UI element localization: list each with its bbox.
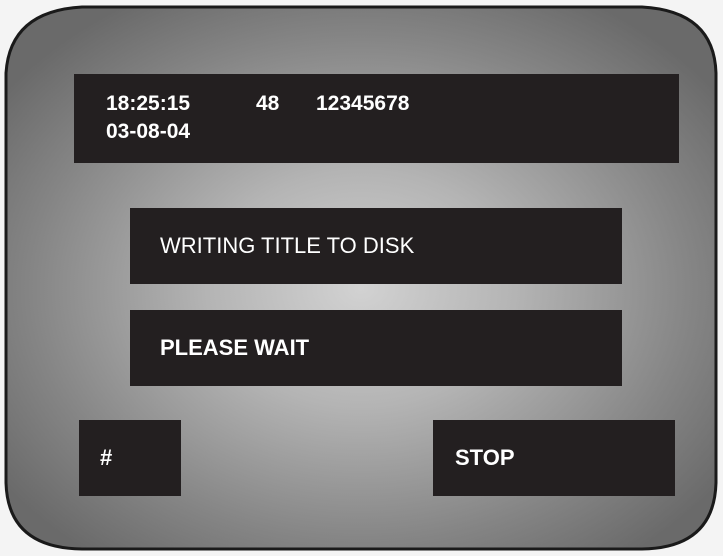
status-header: 18:25:15 48 12345678 03-08-04	[74, 74, 679, 163]
wait-message-text: PLEASE WAIT	[160, 335, 310, 360]
wait-message: PLEASE WAIT	[130, 310, 622, 386]
stop-button[interactable]: STOP	[433, 420, 675, 496]
id-readout: 12345678	[316, 92, 410, 115]
time-readout: 18:25:15	[106, 92, 191, 115]
stop-button-label: STOP	[455, 445, 515, 470]
channel-readout: 48	[256, 92, 280, 115]
hash-button-label: #	[100, 445, 113, 470]
device-display: 18:25:15 48 12345678 03-08-04 WRITING TI…	[0, 0, 723, 556]
date-readout: 03-08-04	[106, 120, 191, 143]
status-header-line-1: 18:25:15 48 12345678	[106, 90, 679, 118]
status-header-line-2: 03-08-04	[106, 118, 679, 146]
status-message-text: WRITING TITLE TO DISK	[160, 233, 415, 258]
hash-button[interactable]: #	[79, 420, 181, 496]
status-message: WRITING TITLE TO DISK	[130, 208, 622, 284]
